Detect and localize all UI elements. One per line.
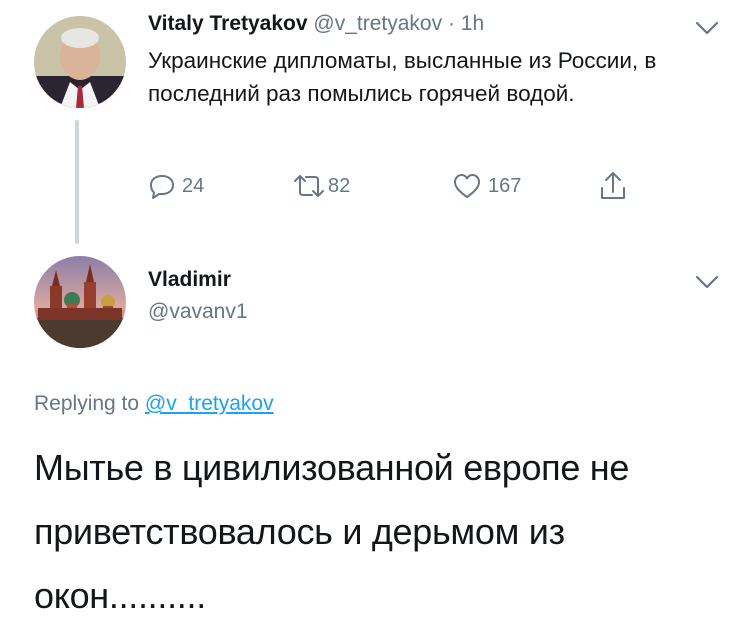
reply-button[interactable]: 24	[148, 172, 204, 200]
reply-icon	[148, 172, 176, 200]
chevron-down-icon[interactable]	[694, 20, 720, 41]
reply-menu-chevron-icon[interactable]	[694, 274, 720, 295]
retweet-icon	[292, 172, 326, 200]
original-author-avatar[interactable]	[34, 16, 126, 108]
original-tweet-text: Украинские дипломаты, высланные из Росси…	[148, 48, 657, 106]
retweet-count: 82	[328, 174, 351, 197]
share-icon	[598, 170, 628, 202]
thread-connector-line	[75, 120, 79, 244]
retweet-button[interactable]: 82	[292, 172, 350, 200]
reply-author-avatar[interactable]	[34, 256, 126, 348]
replying-to-line: Replying to @v_tretyakov	[34, 392, 274, 416]
replying-to-link[interactable]: @v_tretyakov	[145, 392, 274, 415]
like-count: 167	[488, 174, 522, 197]
original-tweet-header: Vitaly Tretyakov @v_tretyakov · 1h	[148, 12, 484, 36]
reply-author-handle[interactable]: @vavanv1	[148, 300, 248, 324]
header-separator: ·	[447, 12, 455, 35]
reply-count: 24	[182, 174, 205, 197]
like-button[interactable]: 167	[452, 172, 521, 200]
replying-to-prefix: Replying to	[34, 392, 140, 415]
heart-icon	[452, 172, 482, 200]
original-author-name[interactable]: Vitaly Tretyakov	[148, 12, 308, 35]
reply-author-name[interactable]: Vladimir	[148, 268, 231, 292]
original-author-handle[interactable]: @v_tretyakov	[313, 12, 442, 35]
tweet-actions-bar: 24 82 167	[148, 172, 708, 208]
reply-tweet-text: Мытье в цивилизованной европе не приветс…	[34, 447, 630, 616]
share-button[interactable]	[598, 170, 628, 202]
original-tweet-time[interactable]: 1h	[461, 12, 484, 35]
